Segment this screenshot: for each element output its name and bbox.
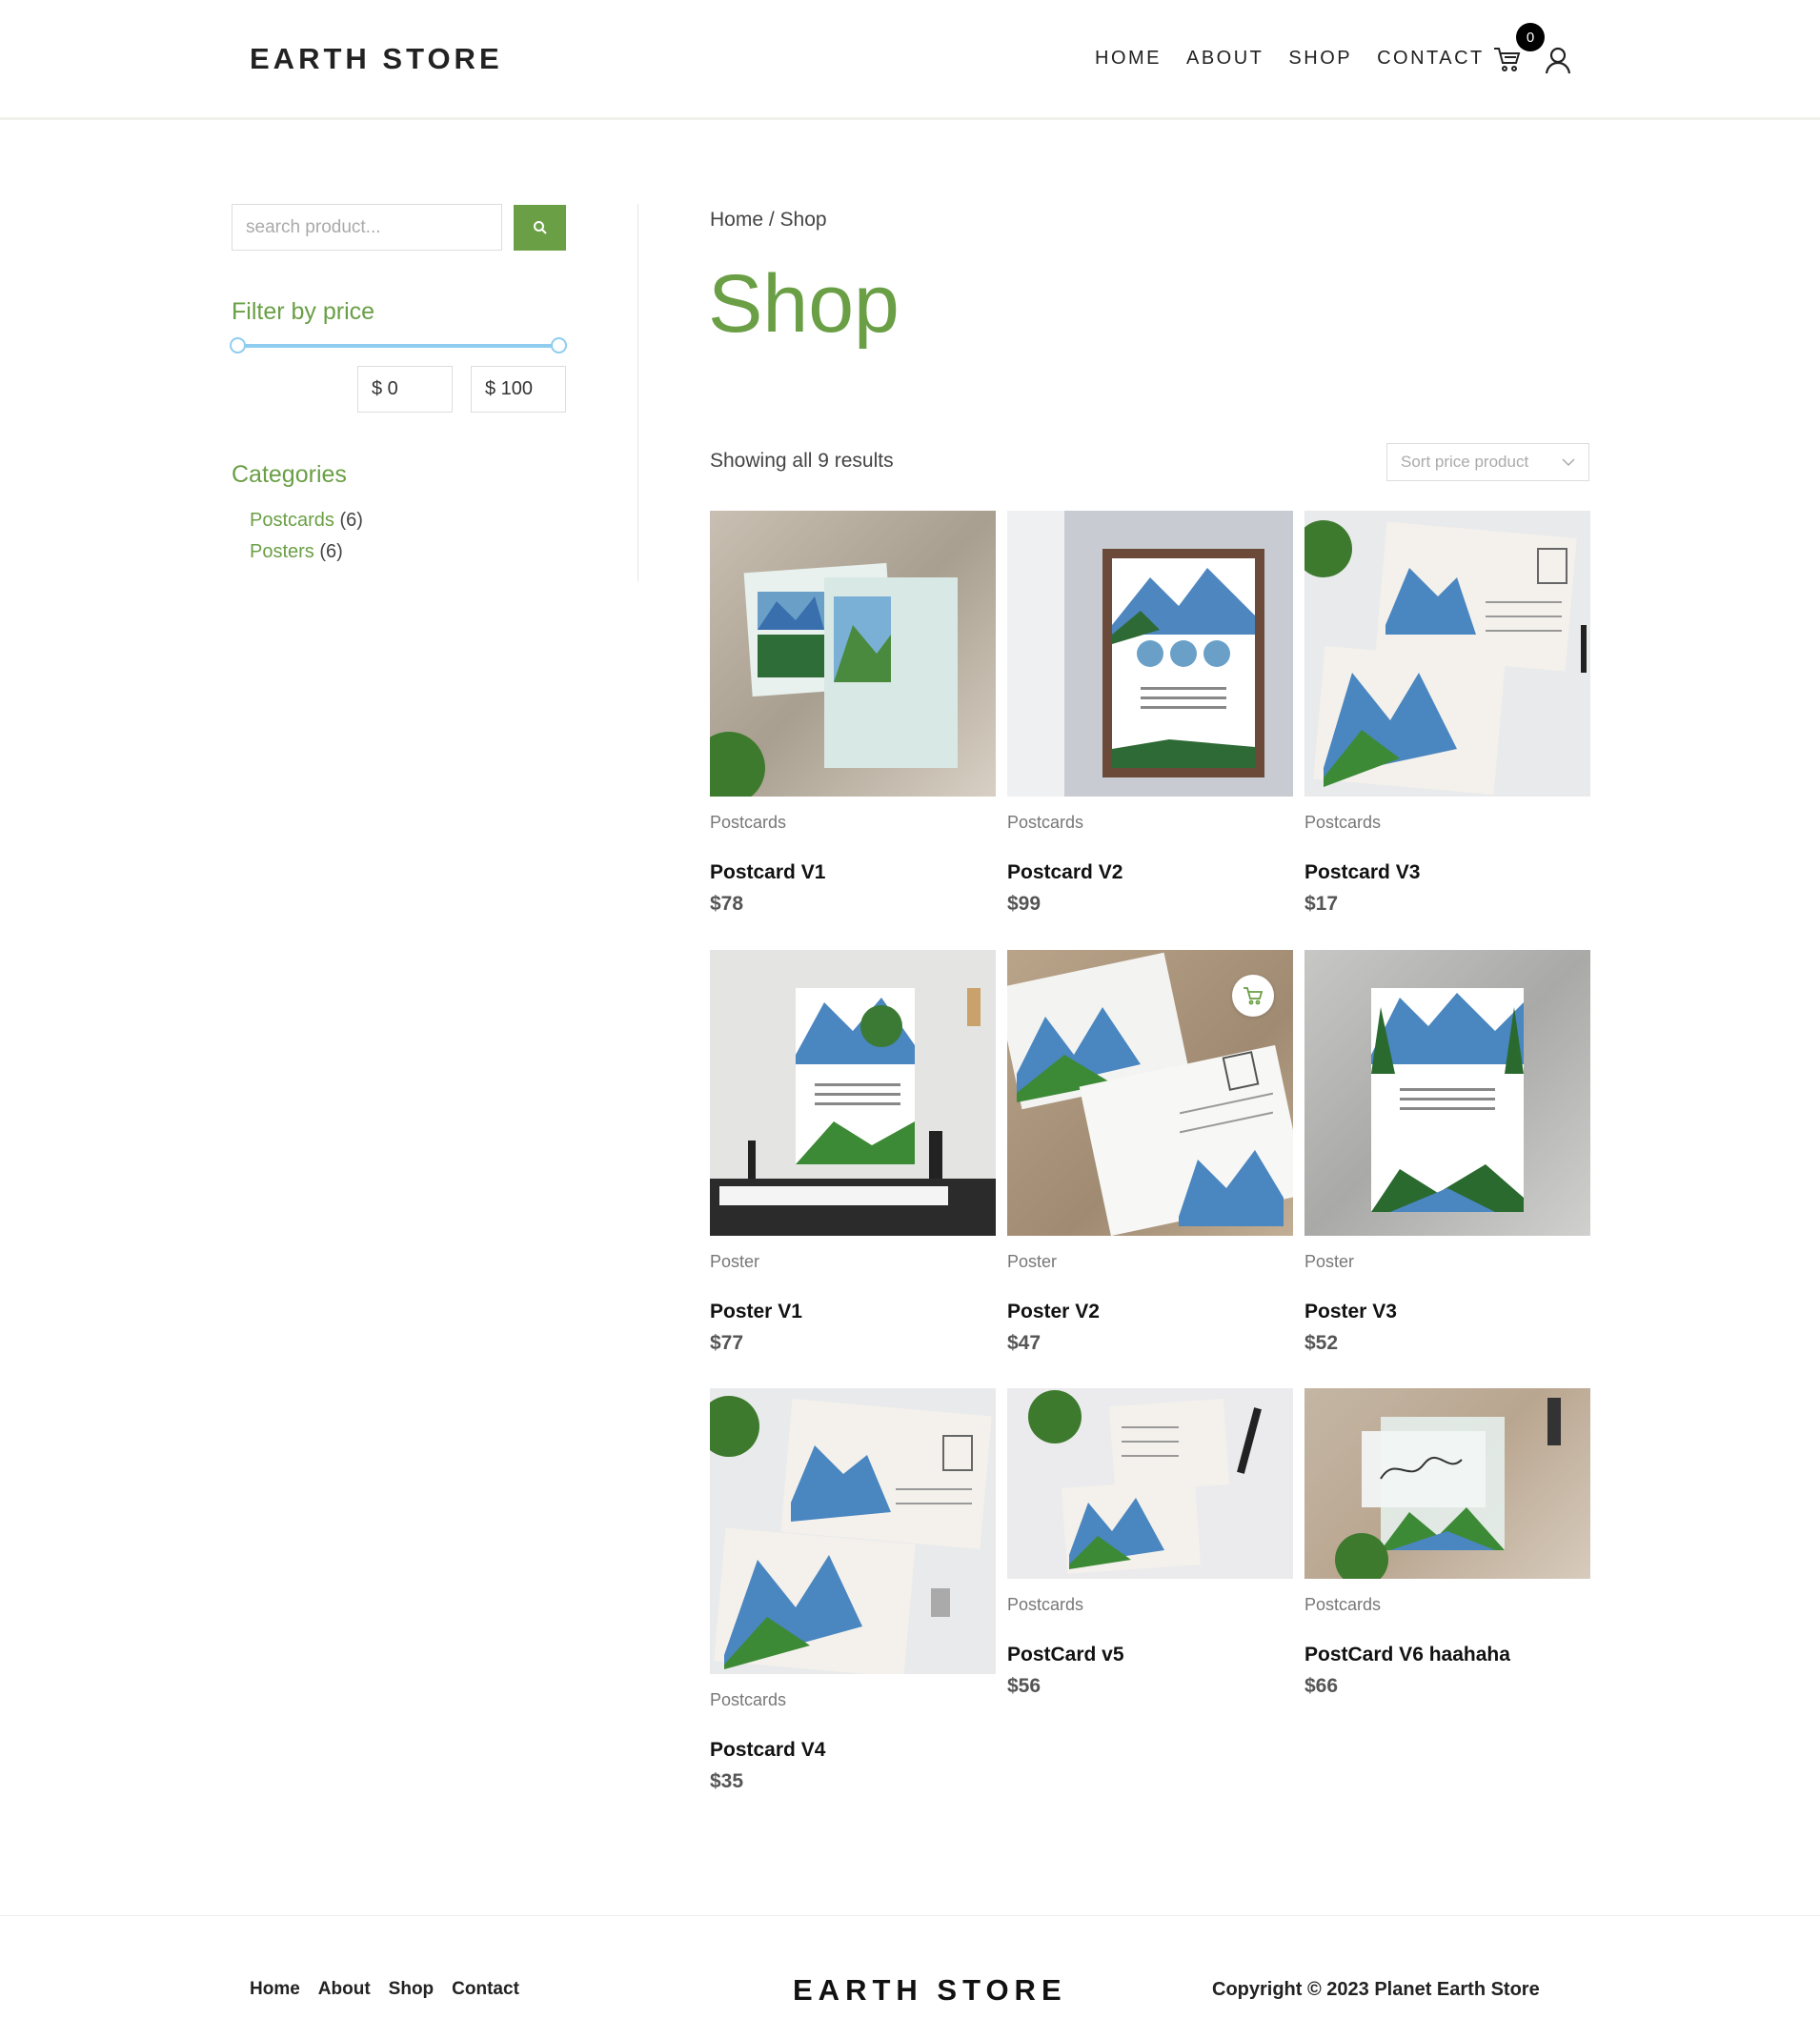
- footer-link-contact[interactable]: Contact: [452, 1979, 519, 2000]
- product-category: Postcards: [1304, 1595, 1382, 1614]
- main-nav: HOME ABOUT SHOP CONTACT: [1095, 48, 1485, 70]
- product-price: $77: [710, 1332, 744, 1354]
- product-image[interactable]: [710, 1388, 996, 1674]
- product-name[interactable]: Poster V3: [1304, 1301, 1590, 1323]
- nav-about[interactable]: ABOUT: [1186, 48, 1264, 70]
- product-image[interactable]: [1304, 1388, 1590, 1579]
- product-card[interactable]: Postcards Postcard V1 $78: [710, 511, 996, 916]
- footer-copyright: Copyright © 2023 Planet Earth Store: [1212, 1979, 1540, 2000]
- footer-link-shop[interactable]: Shop: [389, 1979, 435, 2000]
- product-category: Poster: [1007, 1252, 1058, 1271]
- product-name[interactable]: Postcard V2: [1007, 861, 1293, 884]
- product-price: $66: [1304, 1675, 1339, 1697]
- product-image[interactable]: [1304, 511, 1590, 797]
- product-card[interactable]: Postcards Postcard V3 $17: [1304, 511, 1590, 916]
- product-category: Poster: [710, 1252, 760, 1271]
- product-image[interactable]: [710, 511, 996, 797]
- search-icon: [533, 221, 547, 234]
- category-item: Postcards (6): [250, 505, 363, 536]
- search-button[interactable]: [514, 205, 566, 251]
- product-name[interactable]: Poster V1: [710, 1301, 996, 1323]
- site-logo[interactable]: EARTH STORE: [250, 42, 503, 76]
- product-image[interactable]: [1007, 950, 1293, 1236]
- sort-select[interactable]: Sort price product: [1386, 443, 1589, 481]
- product-card[interactable]: Postcards PostCard V6 haahaha $66: [1304, 1388, 1590, 1698]
- product-category: Postcards: [1304, 813, 1382, 832]
- price-range-slider[interactable]: [237, 344, 559, 348]
- product-category: Postcards: [710, 813, 787, 832]
- category-item: Posters (6): [250, 536, 363, 568]
- price-slider-min-handle[interactable]: [230, 337, 246, 353]
- category-list: Postcards (6) Posters (6): [250, 505, 363, 568]
- result-count: Showing all 9 results: [710, 450, 894, 472]
- filter-by-price-heading: Filter by price: [232, 298, 375, 325]
- product-name[interactable]: Postcard V4: [710, 1739, 996, 1762]
- product-price: $47: [1007, 1332, 1041, 1354]
- nav-contact[interactable]: CONTACT: [1377, 48, 1485, 70]
- categories-heading: Categories: [232, 461, 347, 488]
- chevron-down-icon: [1562, 457, 1575, 466]
- footer-link-about[interactable]: About: [318, 1979, 371, 2000]
- nav-home[interactable]: HOME: [1095, 48, 1162, 70]
- breadcrumb[interactable]: Home / Shop: [710, 209, 827, 232]
- product-image[interactable]: [1007, 511, 1293, 797]
- product-card[interactable]: Poster Poster V3 $52: [1304, 950, 1590, 1355]
- product-category: Postcards: [710, 1690, 787, 1709]
- category-link-posters[interactable]: Posters: [250, 541, 314, 562]
- product-price: $17: [1304, 893, 1339, 915]
- sort-select-label: Sort price product: [1401, 453, 1529, 471]
- category-count: (6): [319, 541, 343, 562]
- product-price: $99: [1007, 893, 1041, 915]
- cart-icon: [1244, 987, 1264, 1005]
- site-header: EARTH STORE HOME ABOUT SHOP CONTACT 0: [0, 0, 1820, 120]
- footer-logo[interactable]: EARTH STORE: [793, 1973, 1067, 2008]
- sidebar-divider: [637, 204, 638, 581]
- cart-count-badge: 0: [1516, 23, 1545, 51]
- product-image[interactable]: [1007, 1388, 1293, 1579]
- nav-shop[interactable]: SHOP: [1288, 48, 1352, 70]
- product-card[interactable]: Postcards Postcard V2 $99: [1007, 511, 1293, 916]
- cart-icon[interactable]: [1493, 46, 1522, 72]
- product-category: Postcards: [1007, 1595, 1084, 1614]
- add-to-cart-button[interactable]: [1232, 975, 1274, 1017]
- category-count: (6): [339, 510, 363, 531]
- product-price: $52: [1304, 1332, 1339, 1354]
- user-icon[interactable]: [1544, 46, 1572, 74]
- footer-link-home[interactable]: Home: [250, 1979, 300, 2000]
- product-price: $35: [710, 1770, 744, 1792]
- product-name[interactable]: PostCard v5: [1007, 1644, 1293, 1666]
- product-card[interactable]: Poster Poster V1 $77: [710, 950, 996, 1355]
- product-name[interactable]: PostCard V6 haahaha: [1304, 1644, 1590, 1666]
- product-name[interactable]: Postcard V3: [1304, 861, 1590, 884]
- product-card[interactable]: Postcards Postcard V4 $35: [710, 1388, 996, 1793]
- product-card[interactable]: Postcards PostCard v5 $56: [1007, 1388, 1293, 1698]
- product-name[interactable]: Poster V2: [1007, 1301, 1293, 1323]
- product-price: $78: [710, 893, 744, 915]
- product-price: $56: [1007, 1675, 1041, 1697]
- product-image[interactable]: [710, 950, 996, 1236]
- product-category: Poster: [1304, 1252, 1355, 1271]
- product-name[interactable]: Postcard V1: [710, 861, 996, 884]
- site-footer: Home About Shop Contact EARTH STORE Copy…: [0, 1915, 1820, 2039]
- category-link-postcards[interactable]: Postcards: [250, 510, 334, 531]
- product-category: Postcards: [1007, 813, 1084, 832]
- product-card[interactable]: Poster Poster V2 $47: [1007, 950, 1293, 1355]
- product-image[interactable]: [1304, 950, 1590, 1236]
- search-input[interactable]: [232, 204, 502, 251]
- price-slider-max-handle[interactable]: [551, 337, 567, 353]
- page-title: Shop: [708, 258, 900, 350]
- price-max-field[interactable]: $ 100: [471, 366, 566, 413]
- price-min-field[interactable]: $ 0: [357, 366, 453, 413]
- footer-nav: Home About Shop Contact: [250, 1979, 519, 2000]
